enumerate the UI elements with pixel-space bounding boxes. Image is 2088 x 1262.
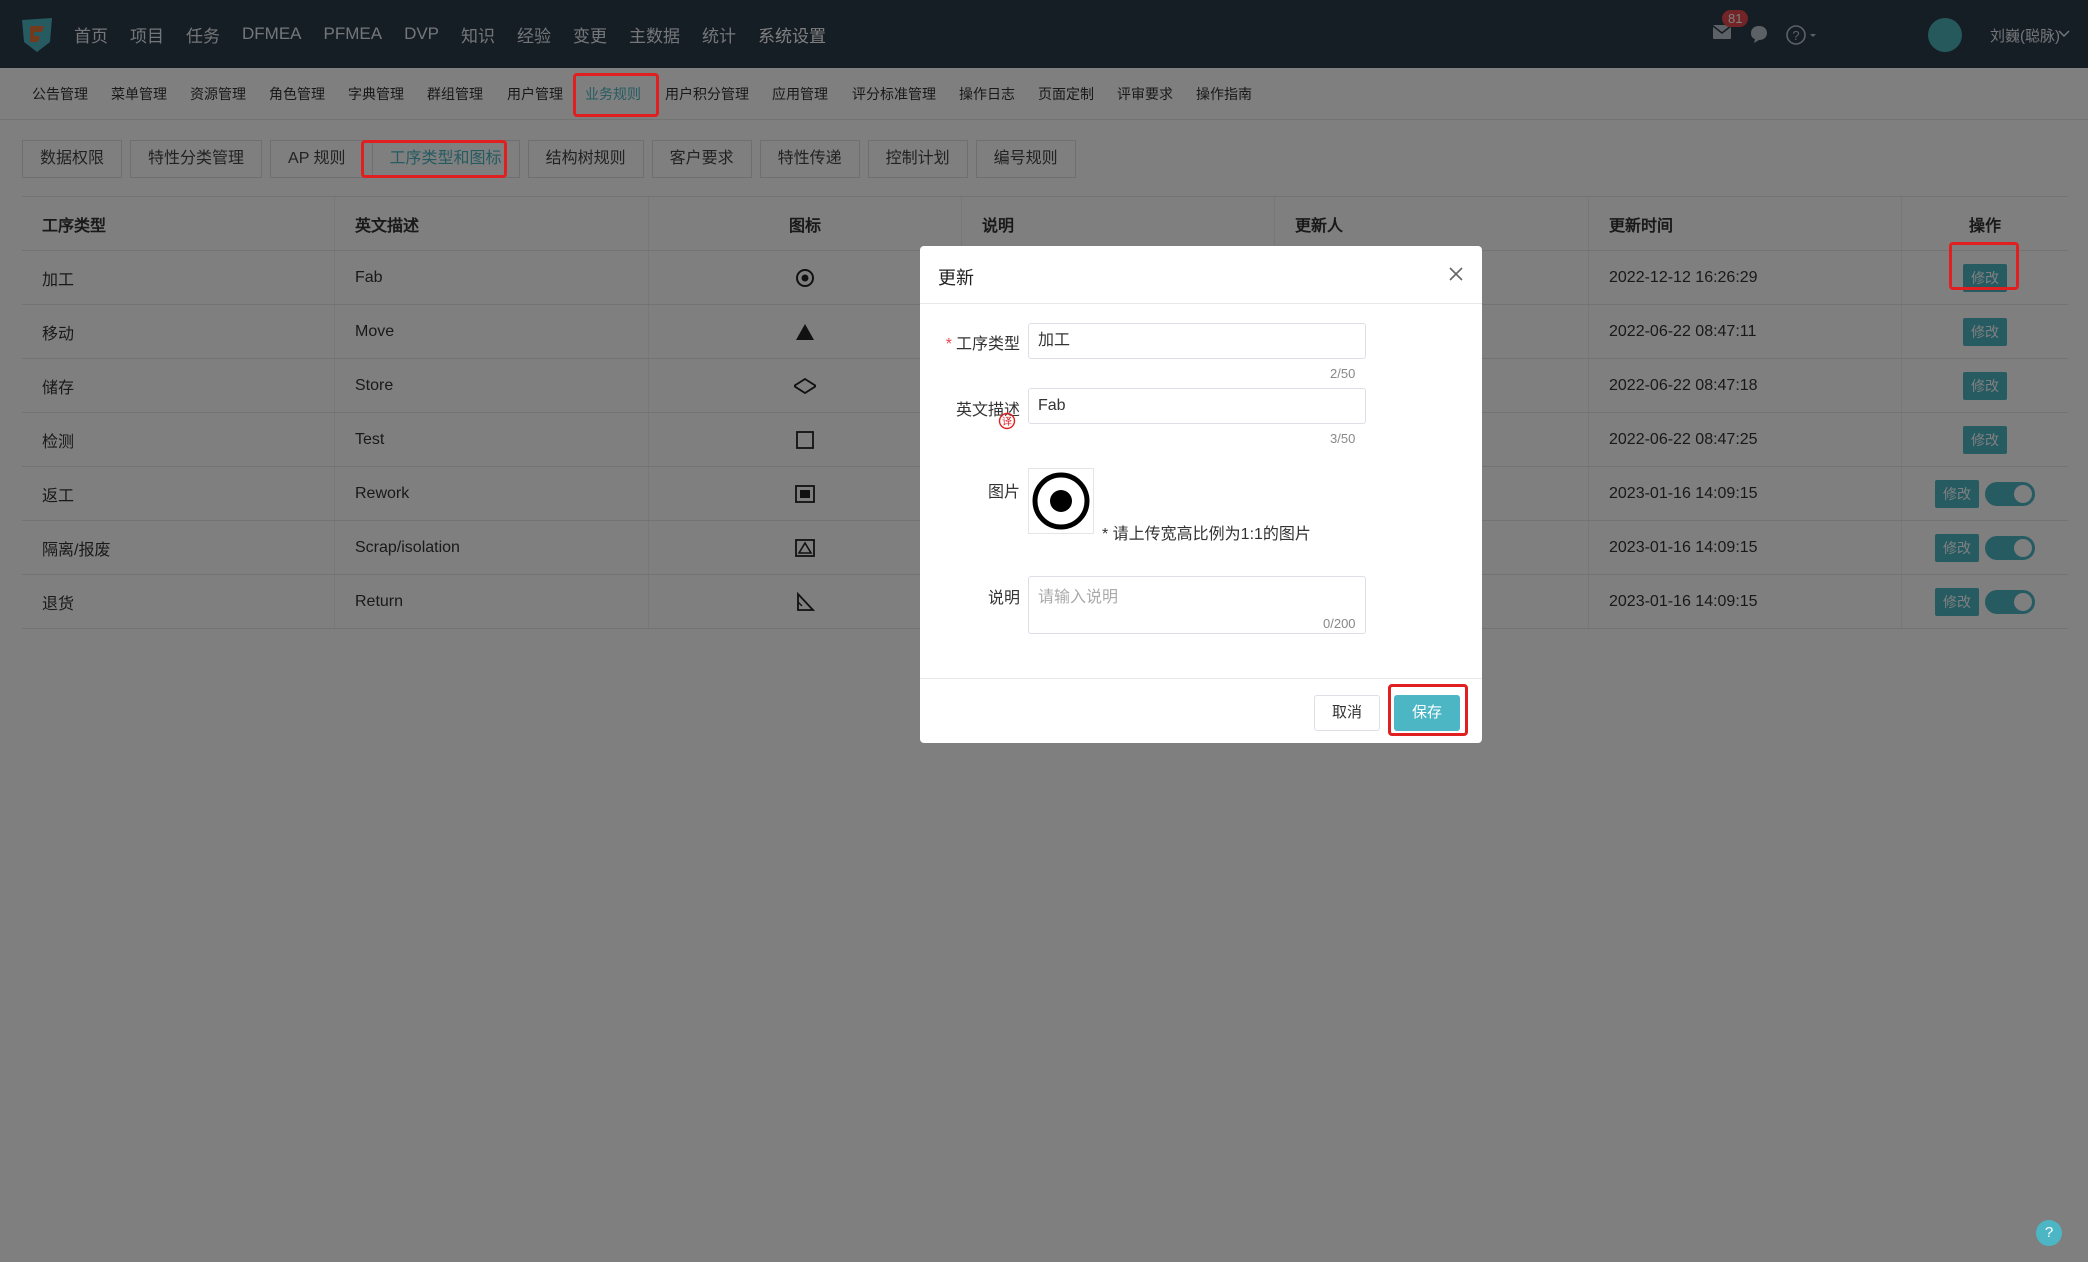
dialog-title: 更新 <box>938 268 974 288</box>
translate-icon[interactable]: 译 <box>998 412 1016 430</box>
update-dialog: 更新 * 工序类型 加工 2/50 英文描述 译 Fab 3/50 图片 * 请上… <box>920 246 1482 743</box>
svg-text:译: 译 <box>1002 416 1012 428</box>
english-desc-input[interactable]: Fab <box>1028 388 1366 424</box>
description-count: 0/200 <box>1323 616 1356 631</box>
field-type-label: * 工序类型 <box>920 330 1020 354</box>
image-hint: * 请上传宽高比例为1:1的图片 <box>1102 526 1311 543</box>
english-desc-count: 3/50 <box>1330 431 1356 446</box>
dialog-footer: 取消 保存 <box>920 678 1482 743</box>
circle-dot-icon <box>1032 472 1090 530</box>
cancel-button[interactable]: 取消 <box>1314 695 1380 731</box>
dialog-header: 更新 <box>920 246 1482 304</box>
process-type-count: 2/50 <box>1330 366 1356 381</box>
close-icon[interactable] <box>1446 264 1466 284</box>
save-button[interactable]: 保存 <box>1394 695 1460 731</box>
field-desc-label: 说明 <box>987 590 1020 607</box>
help-bubble-button[interactable]: ? <box>2036 1220 2062 1246</box>
required-mark: * <box>945 336 952 353</box>
field-image-label: 图片 <box>987 484 1020 501</box>
image-upload[interactable] <box>1028 468 1094 534</box>
process-type-input[interactable]: 加工 <box>1028 323 1366 359</box>
field-type-label-text: 工序类型 <box>955 336 1020 353</box>
description-textarea[interactable]: 请输入说明 <box>1028 576 1366 634</box>
